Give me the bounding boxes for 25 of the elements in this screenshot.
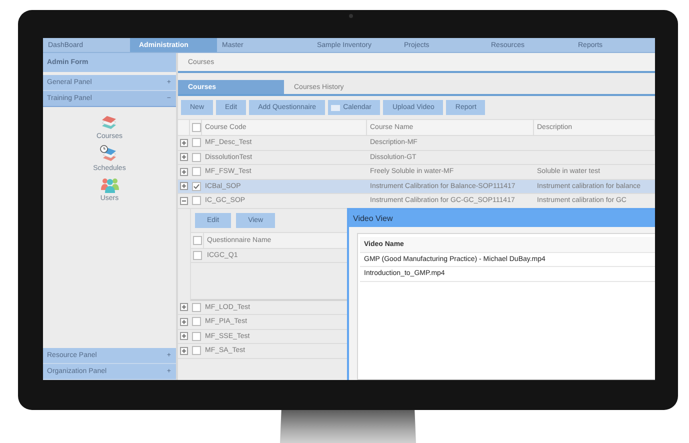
collapse-icon[interactable] xyxy=(180,196,188,205)
dialog-title: Video View xyxy=(349,210,655,227)
expand-icon[interactable] xyxy=(180,332,188,340)
expand-icon[interactable] xyxy=(180,303,188,312)
expand-icon[interactable] xyxy=(180,182,188,190)
checkbox[interactable] xyxy=(192,302,201,312)
checkbox[interactable] xyxy=(193,250,202,260)
checkbox[interactable] xyxy=(193,236,202,244)
expand-icon[interactable] xyxy=(180,153,188,162)
expand-icon[interactable] xyxy=(180,346,188,355)
users-icon xyxy=(100,176,120,194)
expand-icon[interactable] xyxy=(180,138,188,147)
checkbox[interactable] xyxy=(192,152,201,162)
checkbox[interactable] xyxy=(192,123,201,132)
expand-icon[interactable] xyxy=(180,168,188,176)
checkbox[interactable] xyxy=(192,167,201,176)
books-icon xyxy=(100,114,118,132)
checkbox[interactable] xyxy=(192,332,201,341)
checkbox[interactable] xyxy=(192,138,201,148)
checkbox[interactable] xyxy=(192,346,201,356)
checkbox[interactable] xyxy=(192,317,201,326)
expand-icon[interactable] xyxy=(180,318,188,326)
checkbox[interactable] xyxy=(192,196,201,206)
checkbox[interactable] xyxy=(192,182,201,191)
calendar-icon xyxy=(331,104,340,110)
